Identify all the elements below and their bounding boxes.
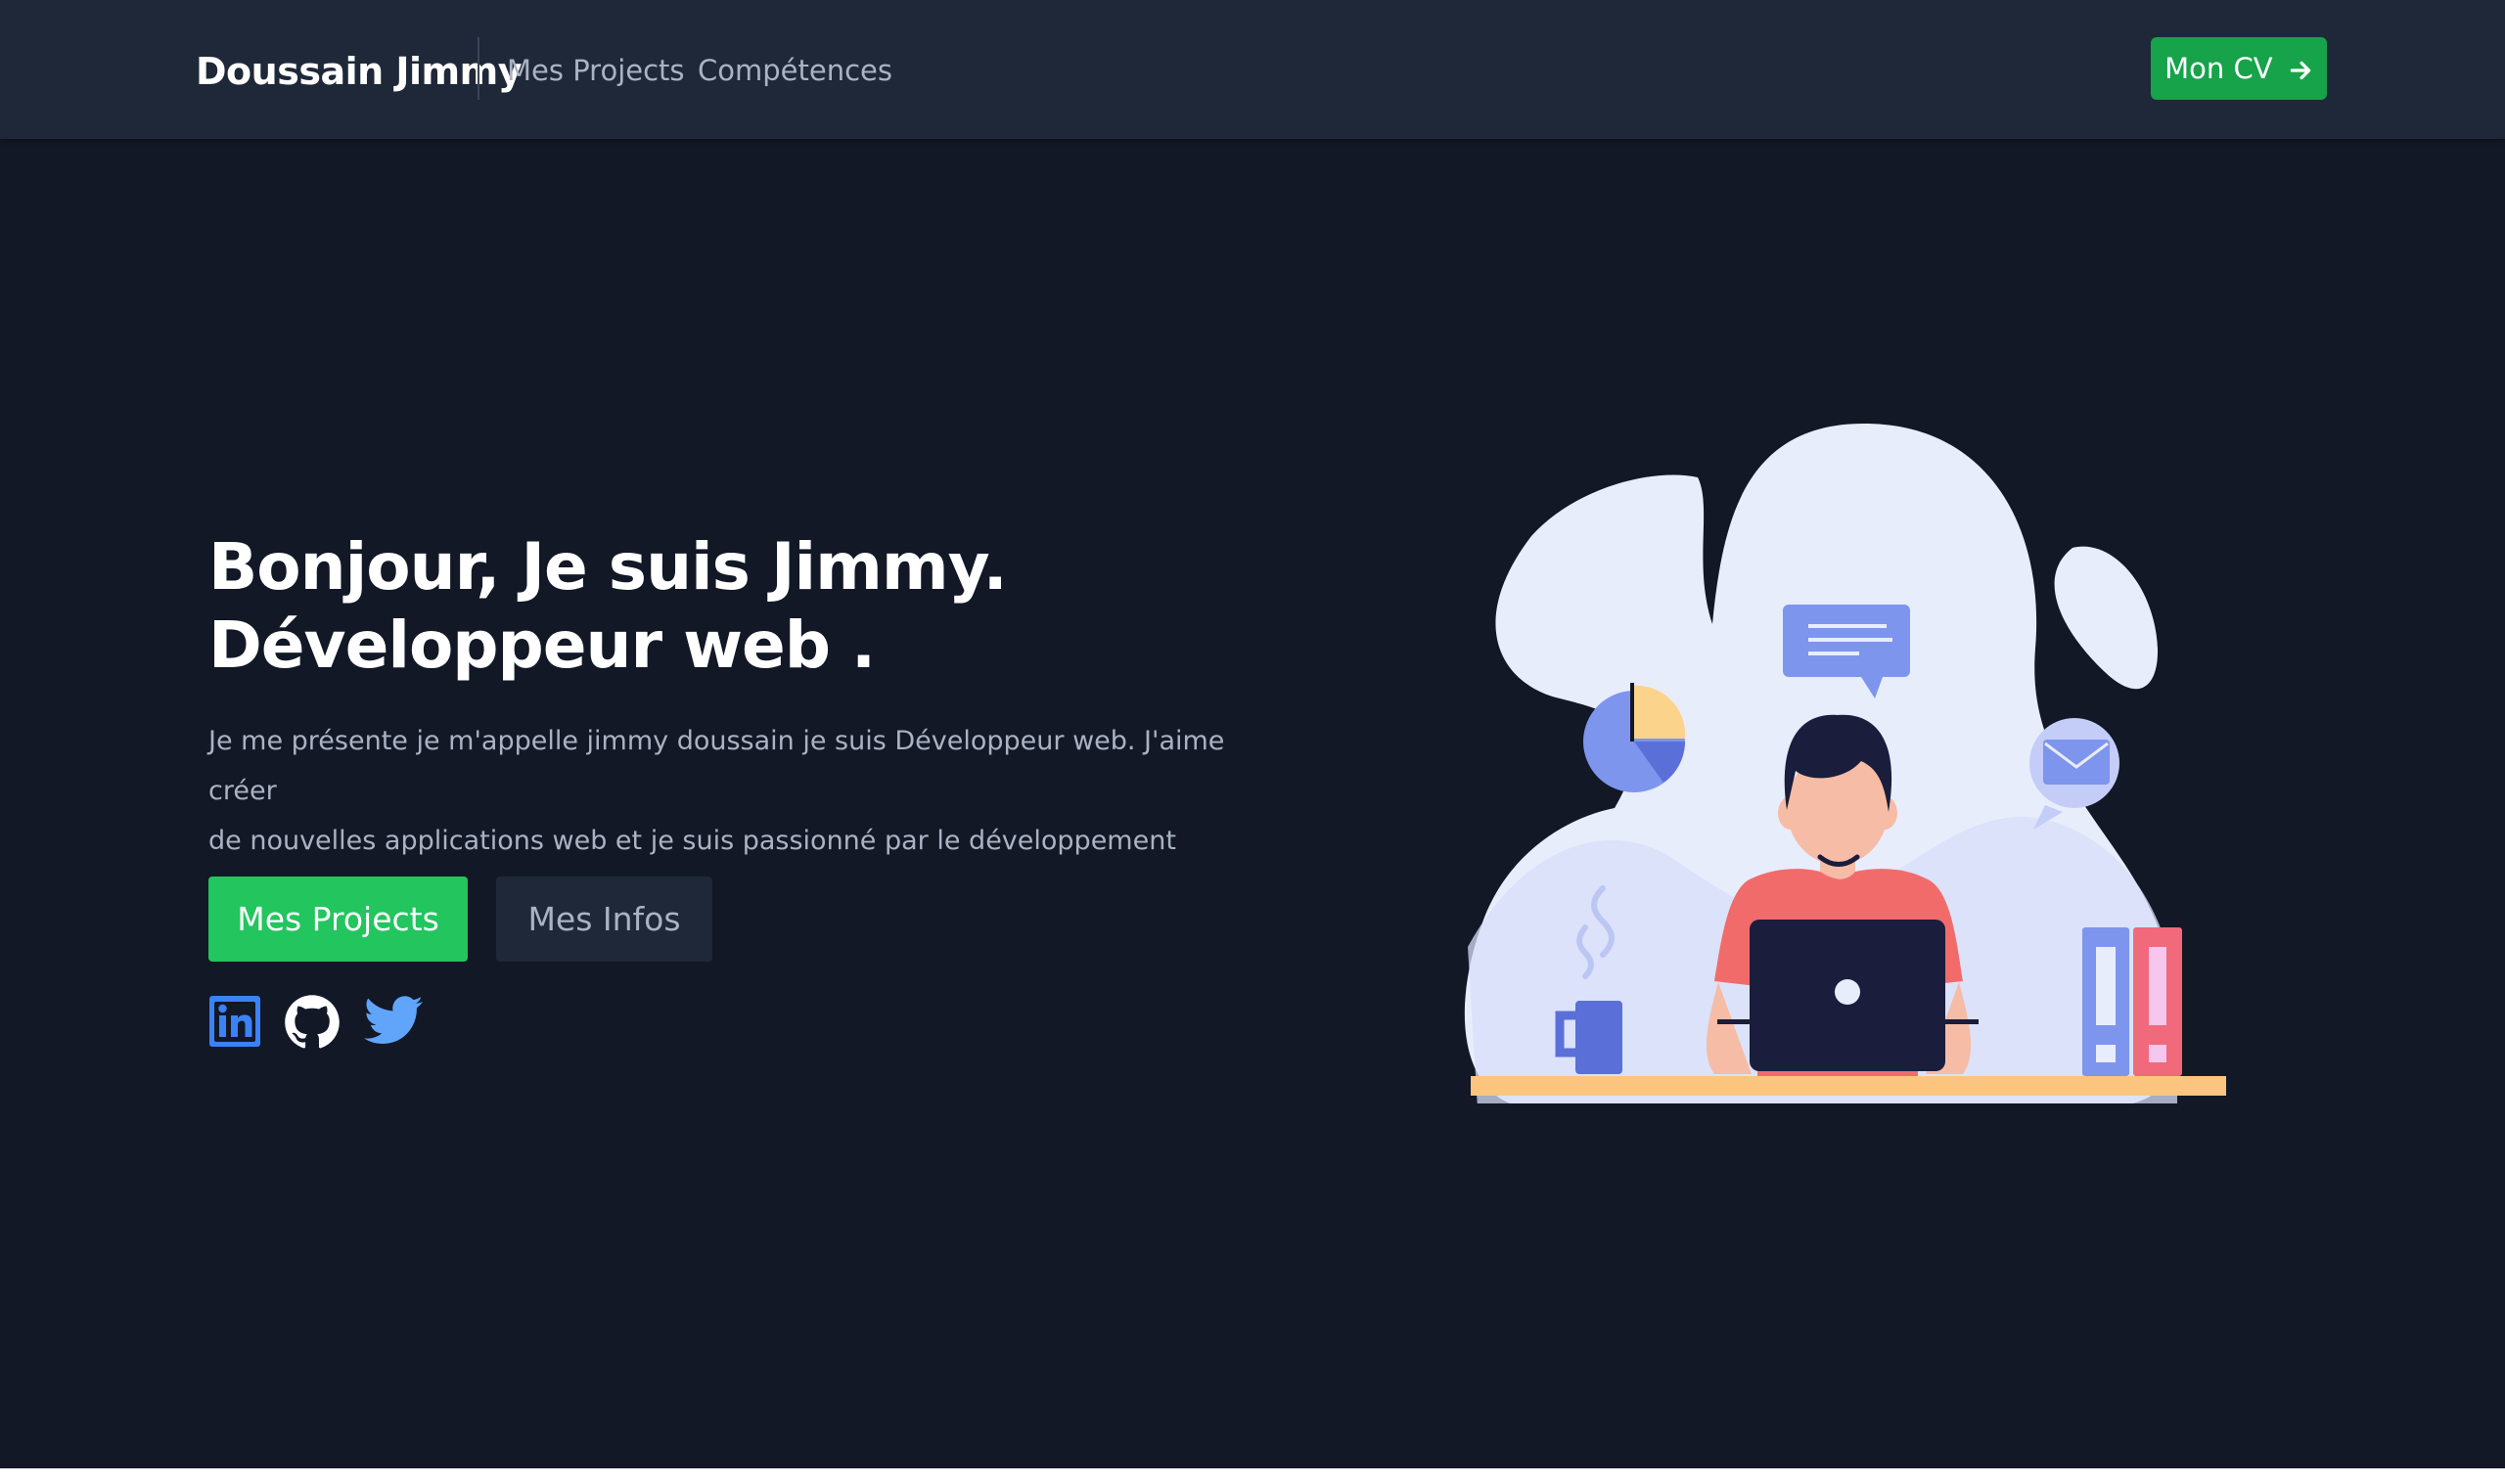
hero-intro-line-1: Je me présente je m'appelle jimmy doussa… xyxy=(208,726,1225,806)
hero-title-line-2: Développeur web . xyxy=(208,607,876,683)
page-background: Doussain Jimmy Mes Projects Compétences … xyxy=(0,0,2505,1468)
projects-button[interactable]: Mes Projects xyxy=(208,877,468,962)
hero-title: Bonjour, Je suis Jimmy. Développeur web … xyxy=(208,528,1008,685)
navbar: Doussain Jimmy Mes Projects Compétences … xyxy=(0,0,2505,139)
cv-button-label: Mon CV xyxy=(2164,52,2273,85)
developer-illustration xyxy=(1464,424,2226,1103)
nav-link-competences[interactable]: Compétences xyxy=(698,0,892,141)
nav-link-projects[interactable]: Mes Projects xyxy=(507,0,685,141)
arrow-right-icon xyxy=(2290,61,2311,80)
nav-divider xyxy=(478,37,479,100)
infos-button[interactable]: Mes Infos xyxy=(496,877,712,962)
hero-title-line-1: Bonjour, Je suis Jimmy. xyxy=(208,529,1008,605)
cv-button[interactable]: Mon CV xyxy=(2151,37,2327,100)
brand-name[interactable]: Doussain Jimmy xyxy=(196,0,523,143)
twitter-icon[interactable] xyxy=(364,994,423,1053)
linkedin-icon[interactable] xyxy=(208,994,267,1053)
github-icon[interactable] xyxy=(284,994,342,1053)
